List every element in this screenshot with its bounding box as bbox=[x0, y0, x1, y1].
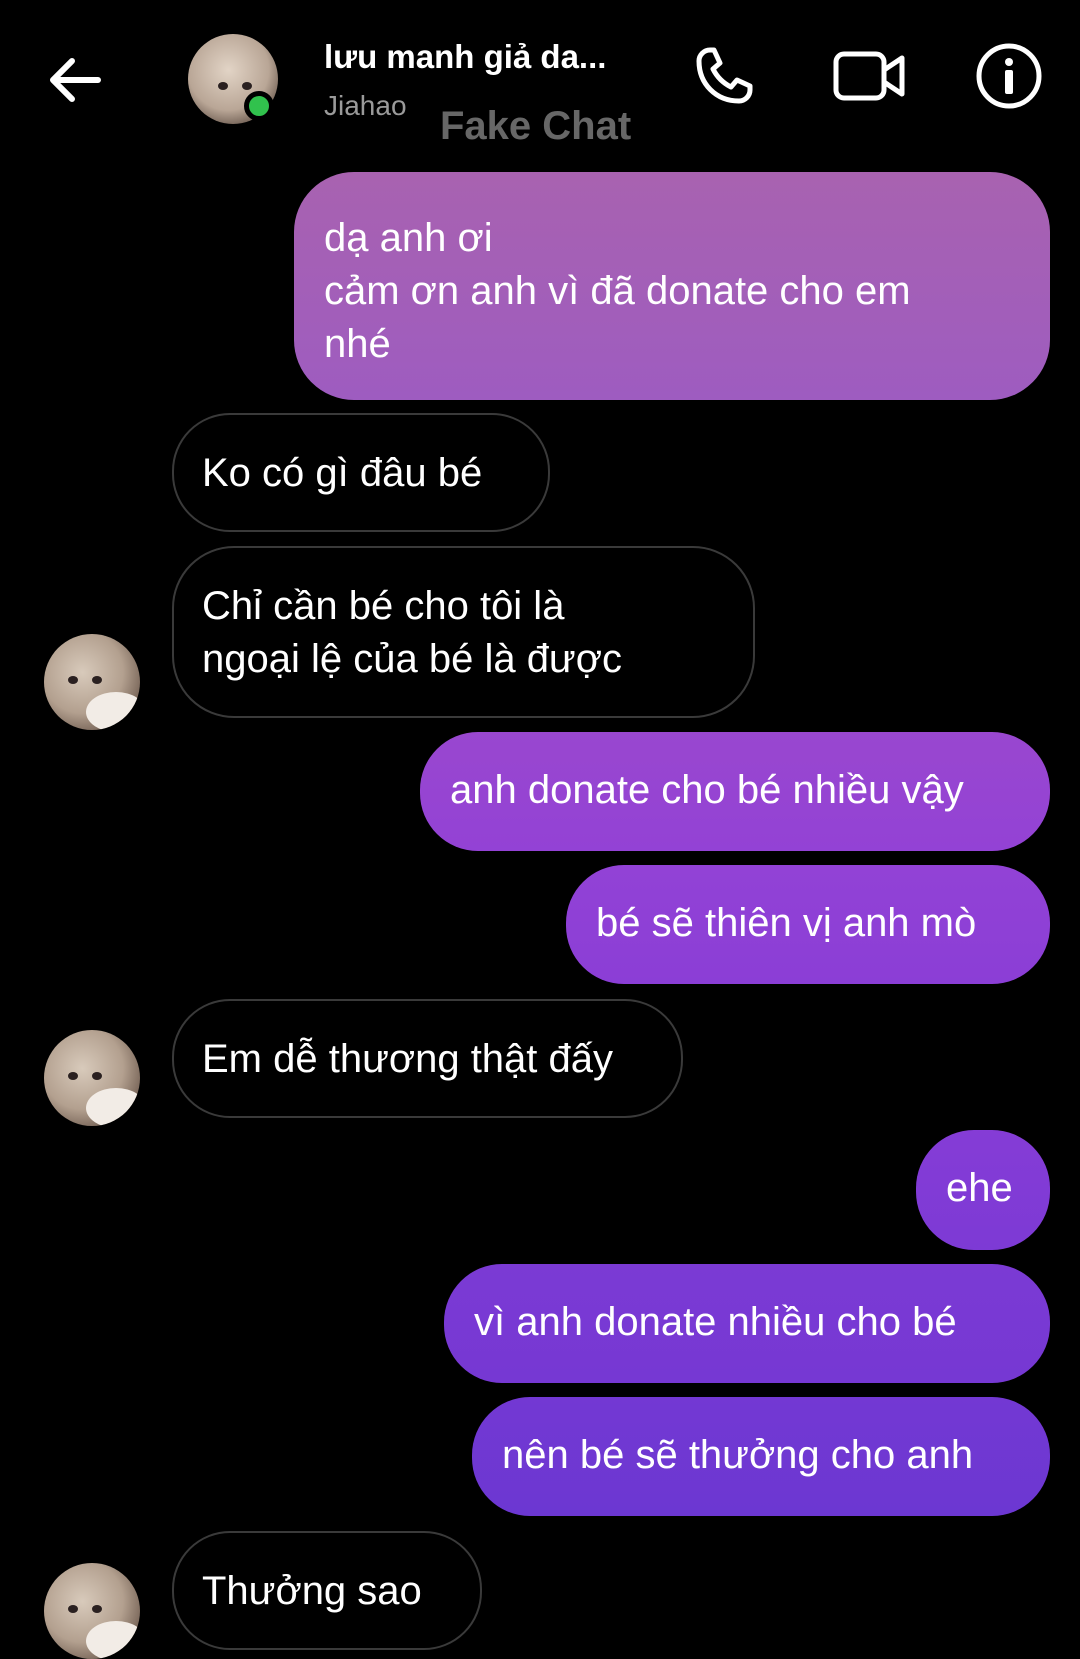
outgoing-message[interactable]: dạ anh ơi cảm ơn anh vì đã donate cho em… bbox=[294, 172, 1050, 400]
incoming-message[interactable]: Em dễ thương thật đấy bbox=[172, 999, 683, 1118]
phone-icon[interactable] bbox=[690, 40, 760, 110]
watermark-text: Fake Chat bbox=[440, 104, 632, 148]
outgoing-message[interactable]: nên bé sẽ thưởng cho anh bbox=[472, 1397, 1050, 1516]
online-status-dot bbox=[244, 91, 274, 121]
back-arrow-icon[interactable] bbox=[40, 45, 110, 115]
sender-avatar[interactable] bbox=[44, 1030, 140, 1126]
sender-avatar[interactable] bbox=[44, 634, 140, 730]
video-camera-icon[interactable] bbox=[830, 40, 905, 110]
contact-name[interactable]: lưu manh giả da... bbox=[324, 38, 606, 76]
outgoing-message[interactable]: bé sẽ thiên vị anh mò bbox=[566, 865, 1050, 984]
incoming-message[interactable]: Ko có gì đâu bé bbox=[172, 413, 550, 532]
incoming-message[interactable]: Chỉ cần bé cho tôi là ngoại lệ của bé là… bbox=[172, 546, 755, 718]
contact-username: Jiahao bbox=[324, 90, 407, 121]
chat-header: lưu manh giả da... Jiahao Fake Chat bbox=[0, 0, 1080, 160]
outgoing-message[interactable]: ehe bbox=[916, 1130, 1050, 1250]
outgoing-message[interactable]: vì anh donate nhiều cho bé bbox=[444, 1264, 1050, 1383]
outgoing-message[interactable]: anh donate cho bé nhiều vậy bbox=[420, 732, 1050, 851]
info-icon[interactable] bbox=[974, 40, 1044, 110]
incoming-message[interactable]: Thưởng sao bbox=[172, 1531, 482, 1650]
sender-avatar[interactable] bbox=[44, 1563, 140, 1659]
